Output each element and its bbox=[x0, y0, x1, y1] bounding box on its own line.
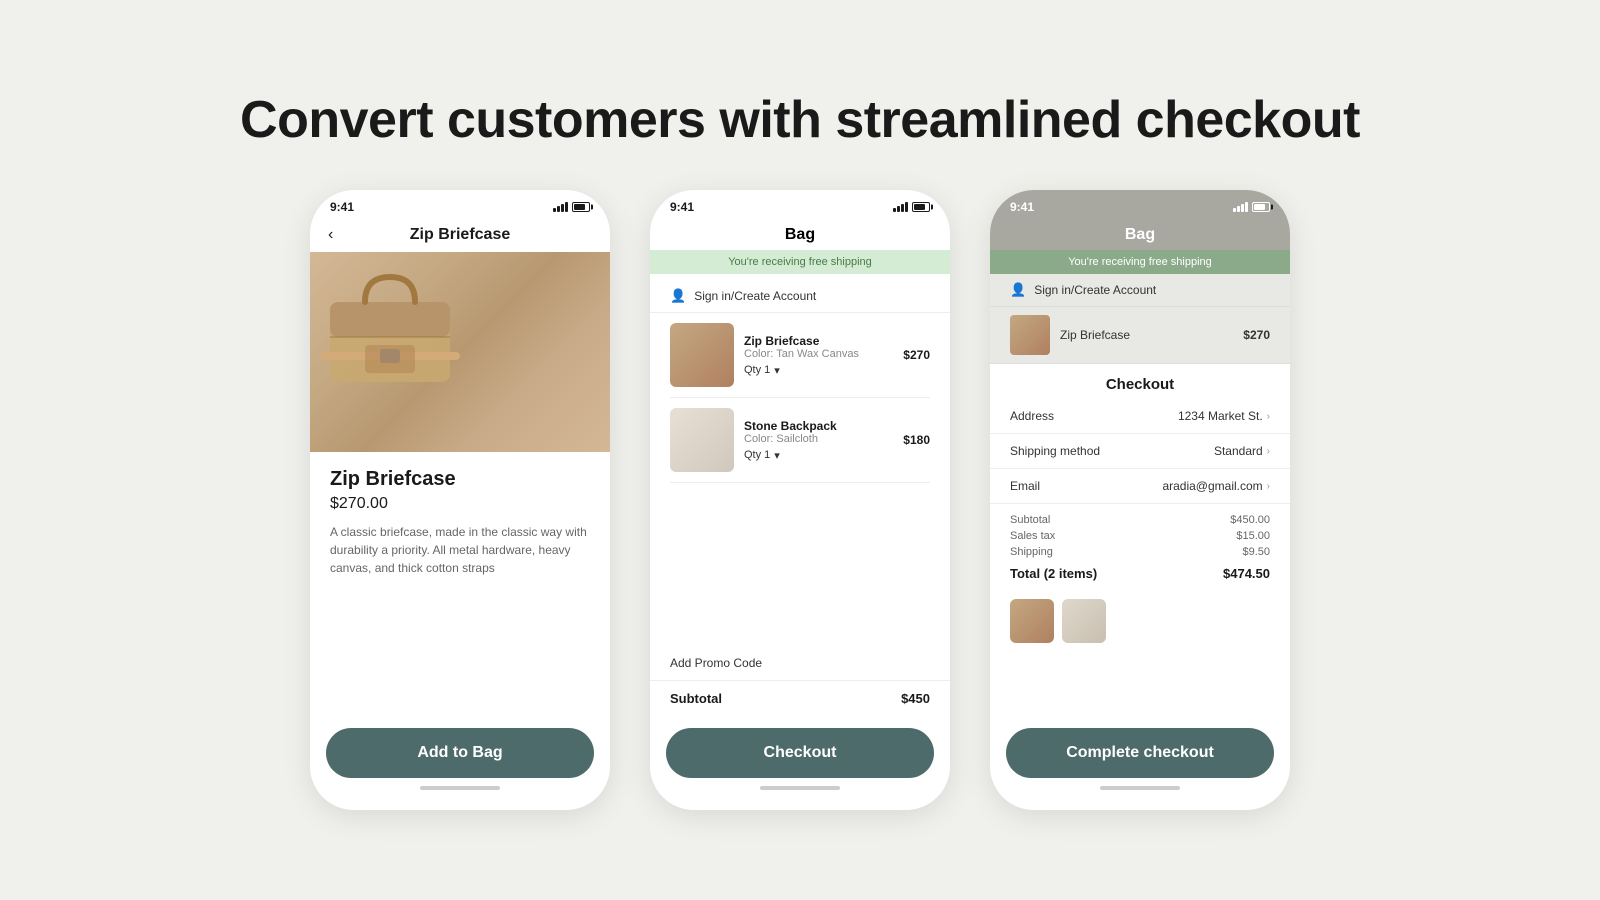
status-right-2 bbox=[893, 202, 930, 212]
thumb-2 bbox=[1062, 599, 1106, 643]
mini-item-name: Zip Briefcase bbox=[1060, 328, 1233, 342]
signal-icon-1 bbox=[553, 202, 568, 212]
email-label: Email bbox=[1010, 479, 1040, 493]
bag-screen-title: Bag bbox=[650, 218, 950, 244]
status-right-1 bbox=[553, 202, 590, 212]
product-nav-title-1: Zip Briefcase bbox=[410, 226, 510, 244]
status-right-3 bbox=[1233, 202, 1270, 212]
free-shipping-banner-2: You're receiving free shipping bbox=[650, 250, 950, 274]
checkout-section: Checkout Address 1234 Market St. › Shipp… bbox=[990, 364, 1290, 716]
shipping-value: Standard › bbox=[1214, 444, 1270, 458]
phone-2-inner: 9:41 Bag You're receiving free shipping bbox=[650, 190, 950, 810]
status-bar-3: 9:41 bbox=[990, 190, 1290, 218]
subtotal-row-2: Subtotal $450 bbox=[650, 681, 950, 716]
address-label: Address bbox=[1010, 409, 1054, 423]
cart-item-name-1: Zip Briefcase bbox=[744, 334, 893, 348]
status-bar-1: 9:41 bbox=[310, 190, 610, 218]
phone-1-card: 9:41 ‹ Zip Briefcase bbox=[310, 190, 610, 810]
signal-icon-3 bbox=[1233, 202, 1248, 212]
product-details-1: Zip Briefcase $270.00 A classic briefcas… bbox=[310, 452, 610, 716]
battery-icon-2 bbox=[912, 202, 930, 212]
product-nav-1: ‹ Zip Briefcase bbox=[310, 218, 610, 252]
cart-item-price-1: $270 bbox=[903, 348, 930, 362]
cart-item-2: Stone Backpack Color: Sailcloth Qty 1 ▾ … bbox=[670, 398, 930, 483]
phone-3-inner: 9:41 Bag You're receiving free shipping bbox=[990, 190, 1290, 810]
phone-2-card: 9:41 Bag You're receiving free shipping bbox=[650, 190, 950, 810]
sign-in-text-3: Sign in/Create Account bbox=[1034, 283, 1156, 297]
subtotal-label-2: Subtotal bbox=[670, 691, 722, 706]
phone-1-inner: 9:41 ‹ Zip Briefcase bbox=[310, 190, 610, 810]
checkout-shipping-row[interactable]: Shipping method Standard › bbox=[990, 434, 1290, 469]
email-value: aradia@gmail.com › bbox=[1162, 479, 1270, 493]
cart-item-qty-2[interactable]: Qty 1 ▾ bbox=[744, 449, 893, 462]
totals-section: Subtotal $450.00 Sales tax $15.00 Shippi… bbox=[990, 504, 1290, 591]
address-value: 1234 Market St. › bbox=[1178, 409, 1270, 423]
thumbnail-row bbox=[990, 591, 1290, 651]
add-to-bag-button[interactable]: Add to Bag bbox=[326, 728, 594, 778]
complete-checkout-button[interactable]: Complete checkout bbox=[1006, 728, 1274, 778]
home-indicator-2 bbox=[666, 778, 934, 794]
promo-code-row[interactable]: Add Promo Code bbox=[650, 646, 950, 681]
checkout-section-title: Checkout bbox=[990, 364, 1290, 399]
back-button-1[interactable]: ‹ bbox=[328, 226, 333, 244]
address-chevron: › bbox=[1267, 411, 1270, 422]
cart-item-info-1: Zip Briefcase Color: Tan Wax Canvas Qty … bbox=[744, 334, 893, 377]
signal-icon-2 bbox=[893, 202, 908, 212]
sign-in-row-2[interactable]: 👤 Sign in/Create Account bbox=[650, 280, 950, 313]
product-name-1: Zip Briefcase bbox=[330, 468, 590, 491]
battery-icon-1 bbox=[572, 202, 590, 212]
product-desc-1: A classic briefcase, made in the classic… bbox=[330, 523, 590, 577]
shipping-label: Shipping method bbox=[1010, 444, 1100, 458]
product-image-1 bbox=[310, 252, 610, 452]
shipping-cost-line: Shipping $9.50 bbox=[1010, 544, 1270, 560]
home-indicator-3 bbox=[1006, 778, 1274, 794]
product-price-1: $270.00 bbox=[330, 495, 590, 513]
sign-in-text-2: Sign in/Create Account bbox=[694, 289, 816, 303]
cart-item-price-2: $180 bbox=[903, 433, 930, 447]
person-icon-3: 👤 bbox=[1010, 282, 1026, 298]
tax-line: Sales tax $15.00 bbox=[1010, 528, 1270, 544]
checkout-email-row[interactable]: Email aradia@gmail.com › bbox=[990, 469, 1290, 504]
cart-item-name-2: Stone Backpack bbox=[744, 419, 893, 433]
status-time-3: 9:41 bbox=[1010, 200, 1034, 214]
phone-1-button-area: Add to Bag bbox=[310, 716, 610, 810]
product-bag-svg bbox=[310, 252, 470, 402]
cart-item-info-2: Stone Backpack Color: Sailcloth Qty 1 ▾ bbox=[744, 419, 893, 462]
email-chevron: › bbox=[1267, 481, 1270, 492]
phone-3-card: 9:41 Bag You're receiving free shipping bbox=[990, 190, 1290, 810]
cart-item-1: Zip Briefcase Color: Tan Wax Canvas Qty … bbox=[670, 313, 930, 398]
headline: Convert customers with streamlined check… bbox=[240, 90, 1360, 150]
subtotal-value-2: $450 bbox=[901, 691, 930, 706]
cart-item-color-1: Color: Tan Wax Canvas bbox=[744, 348, 893, 360]
mini-cart-item: Zip Briefcase $270 bbox=[990, 307, 1290, 364]
status-time-1: 9:41 bbox=[330, 200, 354, 214]
mini-cart-img bbox=[1010, 315, 1050, 355]
phone-2-button-area: Checkout bbox=[650, 716, 950, 810]
bag-screen-title-3: Bag bbox=[990, 218, 1290, 250]
home-indicator-1 bbox=[326, 778, 594, 794]
checkout-button[interactable]: Checkout bbox=[666, 728, 934, 778]
cart-items-list: Zip Briefcase Color: Tan Wax Canvas Qty … bbox=[650, 313, 950, 646]
cart-item-img-2 bbox=[670, 408, 734, 472]
phone-3-button-area: Complete checkout bbox=[990, 716, 1290, 810]
cart-item-qty-1[interactable]: Qty 1 ▾ bbox=[744, 364, 893, 377]
shipping-chevron: › bbox=[1267, 446, 1270, 457]
phones-container: 9:41 ‹ Zip Briefcase bbox=[310, 190, 1290, 810]
grand-total-line: Total (2 items) $474.50 bbox=[1010, 564, 1270, 583]
thumb-1 bbox=[1010, 599, 1054, 643]
subtotal-line: Subtotal $450.00 bbox=[1010, 512, 1270, 528]
battery-icon-3 bbox=[1252, 202, 1270, 212]
free-shipping-banner-3: You're receiving free shipping bbox=[990, 250, 1290, 274]
cart-item-color-2: Color: Sailcloth bbox=[744, 433, 893, 445]
status-bar-2: 9:41 bbox=[650, 190, 950, 218]
person-icon-2: 👤 bbox=[670, 288, 686, 304]
cart-item-img-1 bbox=[670, 323, 734, 387]
sign-in-row-3[interactable]: 👤 Sign in/Create Account bbox=[990, 274, 1290, 307]
mini-item-price: $270 bbox=[1243, 328, 1270, 342]
checkout-address-row[interactable]: Address 1234 Market St. › bbox=[990, 399, 1290, 434]
status-time-2: 9:41 bbox=[670, 200, 694, 214]
